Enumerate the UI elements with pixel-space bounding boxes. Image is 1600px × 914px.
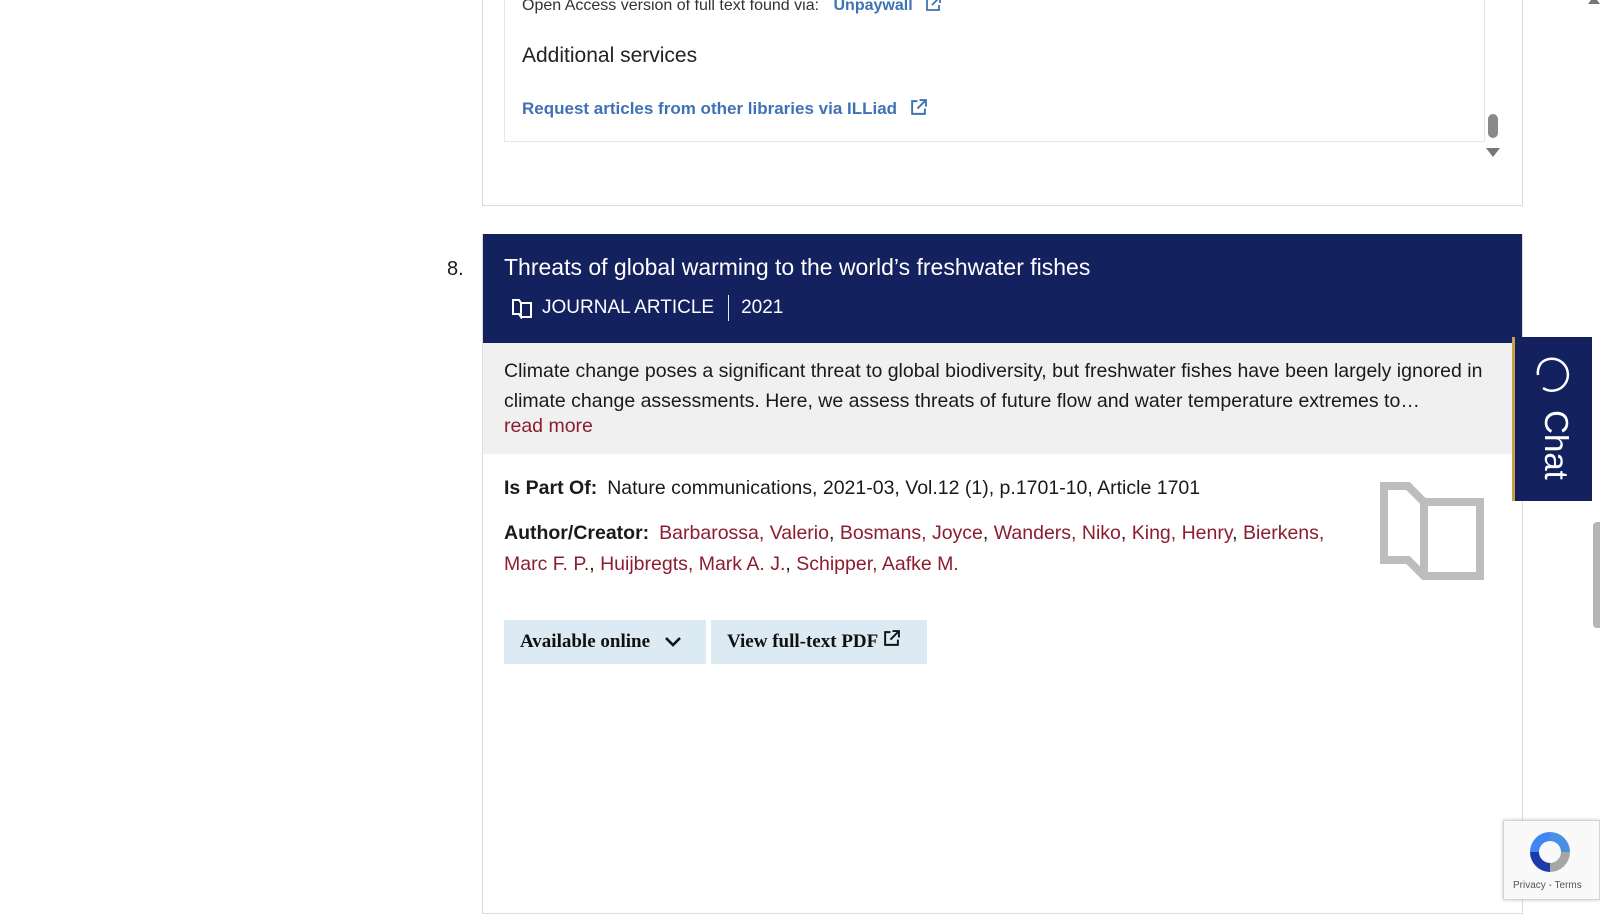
- book-thumbnail-icon: [1380, 482, 1484, 580]
- is-part-of: Is Part Of: Nature communications, 2021-0…: [504, 477, 1200, 500]
- available-online-button[interactable]: Available online: [504, 620, 706, 664]
- services-scrollbar-thumb[interactable]: [1488, 114, 1498, 138]
- recaptcha-terms-link[interactable]: Terms: [1555, 880, 1582, 891]
- chat-bubble-icon: [1536, 357, 1570, 392]
- recaptcha-links: Privacy - Terms: [1513, 880, 1582, 891]
- external-link-icon: [884, 629, 901, 646]
- result-number: 8.: [447, 258, 464, 280]
- author-label: Author/Creator:: [504, 522, 650, 544]
- author-link[interactable]: Wanders, Niko: [994, 522, 1121, 544]
- external-link-icon: [926, 0, 941, 11]
- chevron-down-icon: [665, 637, 681, 647]
- book-icon: [512, 299, 532, 319]
- author-list: Author/Creator: Barbarossa, Valerio, Bosm…: [504, 522, 1325, 575]
- is-part-of-value: Nature communications, 2021-03, Vol.12 (…: [607, 477, 1201, 499]
- chat-label[interactable]: Chat: [1520, 410, 1592, 480]
- recaptcha-logo-icon: [1530, 832, 1570, 872]
- chat-label-text: Chat: [1538, 410, 1575, 480]
- result-header: [483, 234, 1522, 343]
- additional-services-heading: Additional services: [522, 44, 698, 67]
- type-year-divider: [728, 295, 730, 321]
- read-more-link[interactable]: read more: [504, 415, 593, 438]
- abstract-text: Climate change poses a significant threa…: [504, 360, 1483, 412]
- result-type-row: JOURNAL ARTICLE 2021: [510, 295, 783, 321]
- view-full-text-pdf-button[interactable]: View full-text PDF: [711, 620, 927, 664]
- view-pdf-label: View full-text PDF: [727, 631, 879, 652]
- open-access-label: Open Access version of full text found v…: [522, 0, 820, 14]
- recaptcha-separator: -: [1545, 880, 1555, 891]
- external-link-icon: [910, 99, 927, 115]
- author-link[interactable]: Bosmans, Joyce: [840, 522, 983, 544]
- services-panel: [504, 0, 1485, 142]
- available-online-label: Available online: [520, 631, 651, 652]
- services-scroll-down-arrow[interactable]: [1486, 148, 1500, 157]
- author-link[interactable]: Huijbregts, Mark A. J.: [600, 553, 785, 575]
- page-scrollbar-thumb[interactable]: [1593, 522, 1600, 628]
- result-year: 2021: [741, 297, 784, 318]
- page-scroll-up-arrow[interactable]: [1588, 0, 1600, 4]
- author-link[interactable]: Schipper, Aafke M.: [796, 553, 959, 575]
- recaptcha-privacy-link[interactable]: Privacy: [1513, 880, 1546, 891]
- result-type: JOURNAL ARTICLE: [542, 297, 715, 318]
- illiad-link-text: Request articles from other libraries vi…: [522, 99, 898, 118]
- result-title-link[interactable]: Threats of global warming to the world’s…: [504, 254, 1090, 281]
- unpaywall-link[interactable]: Unpaywall: [834, 0, 942, 14]
- author-link[interactable]: King, Henry: [1132, 522, 1232, 544]
- author-link[interactable]: Barbarossa, Valerio: [659, 522, 829, 544]
- is-part-of-label: Is Part Of:: [504, 477, 598, 499]
- illiad-request-link[interactable]: Request articles from other libraries vi…: [522, 99, 927, 119]
- unpaywall-link-text: Unpaywall: [833, 0, 913, 14]
- open-access-line: Open Access version of full text found v…: [522, 0, 941, 15]
